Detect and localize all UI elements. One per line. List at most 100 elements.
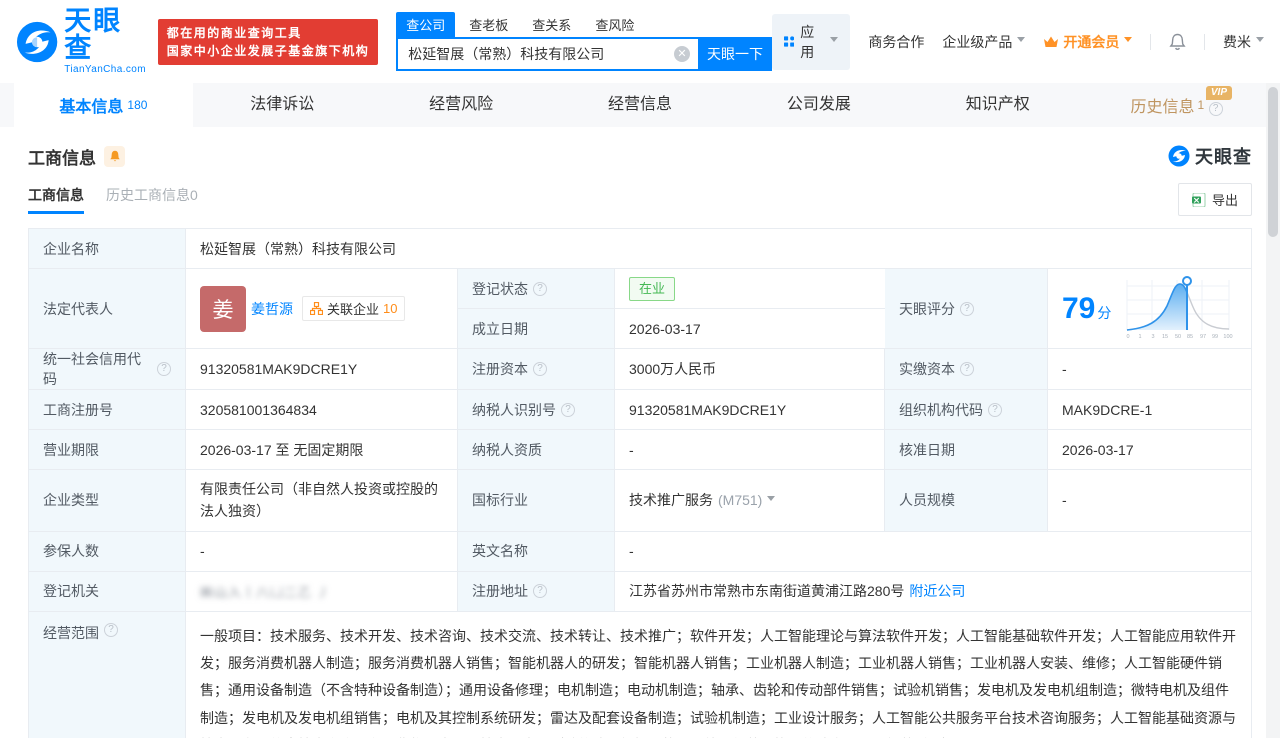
export-label: 导出 [1211, 193, 1238, 208]
tianyancha-logo-icon [16, 21, 58, 62]
org-code-value: MAK9DCRE-1 [1048, 390, 1251, 429]
industry-code: (M751) [718, 492, 763, 509]
approval-date-label: 核准日期 [885, 430, 1048, 469]
scrollbar-track[interactable] [1266, 83, 1280, 738]
insured-count-label: 参保人数 [29, 531, 186, 571]
reg-authority-redacted: ㈱⼭⼊⼁⼋⼐⼆⼄ ⼃ [200, 584, 331, 600]
tianyancha-watermark: 天眼查 [1168, 143, 1252, 169]
business-scope-help-icon[interactable] [104, 622, 118, 637]
legal-rep-name-link[interactable]: 姜哲源 [251, 299, 293, 319]
tab-business-info[interactable]: 经营信息 [551, 83, 730, 127]
clear-search-icon[interactable] [674, 45, 690, 62]
search-tab-company[interactable]: 查公司 [396, 11, 456, 37]
credit-code-value: 91320581MAK9DCRE1Y [186, 349, 458, 389]
notification-bell-icon[interactable] [1169, 33, 1186, 51]
industry-value: 技术推广服务 (M751) [615, 470, 885, 531]
apps-menu-button[interactable]: 应用 [772, 13, 851, 70]
user-account-menu[interactable]: 费米 [1223, 32, 1264, 52]
business-scope-label: 经营范围 [29, 611, 186, 738]
subtab-row: 工商信息 历史工商信息0 导出 [28, 183, 1252, 216]
tianyancha-company-page: 天眼查 TianYanCha.com 都在用的商业查询工具 国家中小企业发展子基… [0, 0, 1280, 738]
status-badge: 在业 [629, 276, 676, 301]
reg-address-help-icon[interactable] [533, 584, 547, 599]
tyc-score-help-icon[interactable] [960, 301, 974, 316]
logo-domain: TianYanCha.com [64, 64, 146, 75]
business-term-value: 2026-03-17 至 无固定期限 [186, 430, 458, 469]
chevron-down-icon[interactable] [767, 495, 776, 505]
tab-history-count: 1 [1197, 98, 1205, 112]
score-number: 79 [1062, 291, 1096, 325]
monitor-bell-badge[interactable] [104, 145, 125, 167]
watermark-logo-icon [1168, 145, 1190, 167]
tab-basic-info[interactable]: 基本信息 180 [14, 83, 193, 127]
legal-rep-label: 法定代表人 [29, 269, 186, 348]
reg-status-help-icon[interactable] [533, 281, 547, 296]
org-chart-icon [310, 302, 323, 315]
logo-title: 天眼查 [64, 6, 123, 63]
orange-bell-icon [109, 150, 120, 161]
legal-rep-avatar[interactable]: 姜 [200, 285, 246, 332]
scrollbar-thumb[interactable] [1268, 87, 1278, 237]
tab-legal-proceedings[interactable]: 法律诉讼 [193, 83, 372, 127]
search-button[interactable]: 天眼一下 [698, 36, 772, 71]
business-scope-value: 一般项目：技术服务、技术开发、技术咨询、技术交流、技术转让、技术推广；软件开发；… [200, 627, 1236, 738]
search-tab-relation[interactable]: 查关系 [522, 12, 581, 37]
reg-status-label: 登记状态 [458, 269, 615, 308]
user-menu: 应用 商务合作 企业级产品 开通会员 费米 [772, 13, 1264, 70]
reg-address-label: 注册地址 [458, 571, 615, 611]
taxpayer-id-help-icon[interactable] [561, 402, 575, 417]
industry-label: 国标行业 [458, 470, 615, 531]
vip-label: 开通会员 [1063, 32, 1132, 52]
paid-capital-label: 实缴资本 [885, 349, 1048, 389]
paid-capital-help-icon[interactable] [960, 362, 974, 376]
subtab-history-business-info[interactable]: 历史工商信息0 [106, 185, 198, 214]
tab-history-info[interactable]: VIP 历史信息 1 [1087, 83, 1266, 127]
tab-operational-risk[interactable]: 经营风险 [372, 83, 551, 127]
table-row: 企业名称 松延智展（常熟）科技有限公司 [29, 229, 1251, 269]
org-code-label: 组织机构代码 [885, 390, 1048, 429]
business-cooperation-link[interactable]: 商务合作 [868, 32, 924, 52]
search-tab-boss[interactable]: 查老板 [459, 12, 518, 37]
company-type-value: 有限责任公司（非自然人投资或控股的法人独资） [186, 470, 458, 531]
reg-capital-value: 3000万人民币 [615, 349, 885, 389]
chart-tick: 99 [1212, 334, 1218, 340]
insured-count-value: - [186, 531, 458, 571]
table-row: 营业期限 2026-03-17 至 无固定期限 纳税人资质 - 核准日期 202… [29, 430, 1251, 470]
approval-date-value: 2026-03-17 [1048, 430, 1251, 469]
related-companies-badge[interactable]: 关联企业 10 [302, 296, 406, 321]
subtab-business-info[interactable]: 工商信息 [28, 185, 84, 214]
section-head: 工商信息 天眼查 [28, 143, 1252, 169]
tab-intellectual-property[interactable]: 知识产权 [908, 83, 1087, 127]
chart-tick: 0 [1126, 334, 1129, 340]
table-row: 企业类型 有限责任公司（非自然人投资或控股的法人独资） 国标行业 技术推广服务 … [29, 470, 1251, 532]
enterprise-products-link[interactable]: 企业级产品 [942, 32, 1025, 52]
apps-label: 应用 [800, 23, 815, 60]
export-button[interactable]: 导出 [1177, 183, 1252, 216]
table-row: 参保人数 - 英文名称 - [29, 531, 1251, 572]
search-tabs: 查公司 查老板 查关系 查风险 [396, 11, 772, 37]
related-companies-label: 关联企业 [327, 302, 380, 317]
vip-badge: VIP [1205, 86, 1233, 100]
est-date-value: 2026-03-17 [615, 309, 885, 348]
tianyancha-logo[interactable]: 天眼查 TianYanCha.com [16, 8, 148, 75]
reg-authority-label: 登记机关 [29, 571, 186, 611]
search-input[interactable] [396, 36, 698, 71]
staff-size-value: - [1048, 470, 1251, 531]
org-code-help-icon[interactable] [988, 402, 1002, 417]
taxpayer-id-value: 91320581MAK9DCRE1Y [615, 390, 885, 429]
promo-line2: 国家中小企业发展子基金旗下机构 [166, 43, 370, 58]
search-tab-risk[interactable]: 查风险 [585, 12, 644, 37]
score-distribution-chart: 0 1 3 15 50 85 97 99 100 [1126, 275, 1233, 340]
company-section-tabs: 基本信息 180 法律诉讼 经营风险 经营信息 公司发展 知识产权 VIP 历史信… [0, 83, 1280, 127]
credit-code-help-icon[interactable] [157, 362, 171, 376]
reg-capital-help-icon[interactable] [533, 362, 547, 376]
tab-company-development[interactable]: 公司发展 [729, 83, 908, 127]
nearby-companies-link[interactable]: 附近公司 [909, 581, 965, 601]
crown-icon [1044, 36, 1059, 47]
apps-grid-icon [784, 36, 795, 47]
section-title: 工商信息 [28, 148, 96, 168]
vip-upgrade-link[interactable]: 开通会员 [1043, 32, 1132, 52]
history-help-icon[interactable] [1208, 102, 1223, 116]
promo-badge: 都在用的商业查询工具 国家中小企业发展子基金旗下机构 [157, 18, 379, 65]
chart-tick: 85 [1187, 334, 1193, 340]
